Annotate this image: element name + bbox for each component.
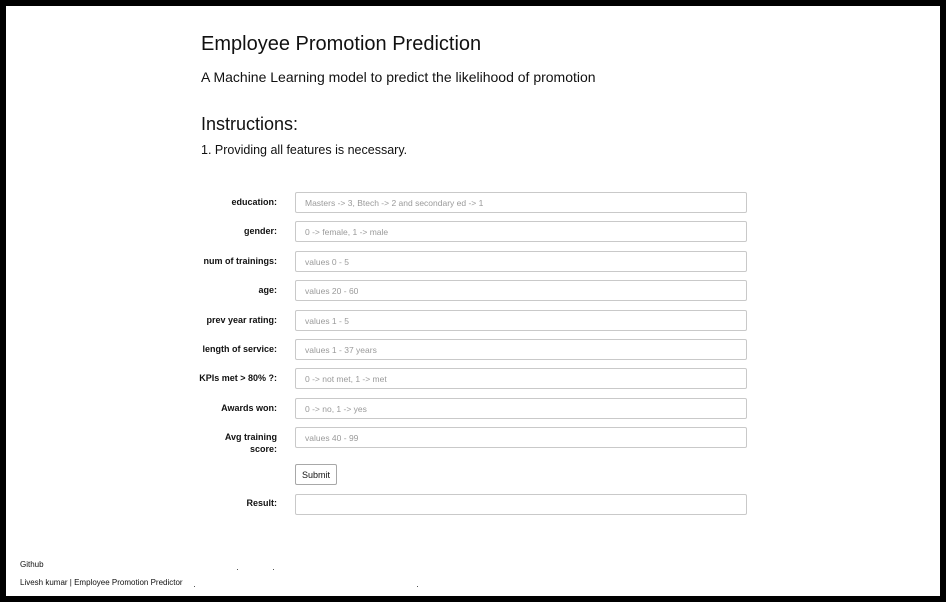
avg-training-score-label: Avg training score: bbox=[224, 432, 277, 454]
awards-won-input[interactable] bbox=[295, 398, 747, 419]
github-link[interactable]: Github bbox=[20, 560, 44, 569]
form-row-education: education: bbox=[6, 192, 940, 214]
form-row-length-of-service: length of service: bbox=[6, 339, 940, 361]
form-row-avg-training-score: Avg training score: bbox=[6, 427, 940, 454]
footer-dot bbox=[237, 569, 238, 570]
form-row-awards-won: Awards won: bbox=[6, 398, 940, 420]
age-input[interactable] bbox=[295, 280, 747, 301]
num-trainings-label: num of trainings: bbox=[203, 256, 278, 266]
page-title: Employee Promotion Prediction bbox=[201, 33, 482, 55]
instructions-heading: Instructions: bbox=[201, 114, 299, 134]
footer-dot bbox=[417, 586, 418, 587]
prev-year-rating-input[interactable] bbox=[295, 310, 747, 331]
gender-label: gender: bbox=[243, 226, 277, 236]
gender-input[interactable] bbox=[295, 221, 747, 242]
form-row-kpis-met: KPIs met > 80% ?: bbox=[6, 368, 940, 390]
form-row-prev-year-rating: prev year rating: bbox=[6, 310, 940, 332]
education-input[interactable] bbox=[295, 192, 747, 213]
awards-won-label: Awards won: bbox=[221, 403, 277, 413]
form-row-age: age: bbox=[6, 280, 940, 302]
page: Employee Promotion Prediction A Machine … bbox=[6, 6, 940, 596]
age-label: age: bbox=[258, 285, 277, 295]
footer-dot bbox=[194, 586, 195, 587]
kpis-met-label: KPIs met > 80% ?: bbox=[199, 373, 277, 383]
education-label: education: bbox=[231, 197, 277, 207]
kpis-met-input[interactable] bbox=[295, 368, 747, 389]
form-row-num-trainings: num of trainings: bbox=[6, 251, 940, 273]
result-label: Result: bbox=[246, 498, 277, 508]
prev-year-rating-label: prev year rating: bbox=[206, 315, 277, 325]
instruction-item: 1. Providing all features is necessary. bbox=[201, 143, 408, 157]
submit-button[interactable]: Submit bbox=[295, 464, 338, 485]
avg-training-score-input[interactable] bbox=[295, 427, 747, 448]
page-subtitle: A Machine Learning model to predict the … bbox=[201, 69, 596, 85]
footer-dot bbox=[273, 569, 274, 570]
form-row-gender: gender: bbox=[6, 221, 940, 243]
result-output bbox=[295, 494, 747, 515]
length-of-service-input[interactable] bbox=[295, 339, 747, 360]
length-of-service-label: length of service: bbox=[202, 344, 277, 354]
footer-credit: Livesh kumar | Employee Promotion Predic… bbox=[20, 578, 183, 587]
num-trainings-input[interactable] bbox=[295, 251, 747, 272]
